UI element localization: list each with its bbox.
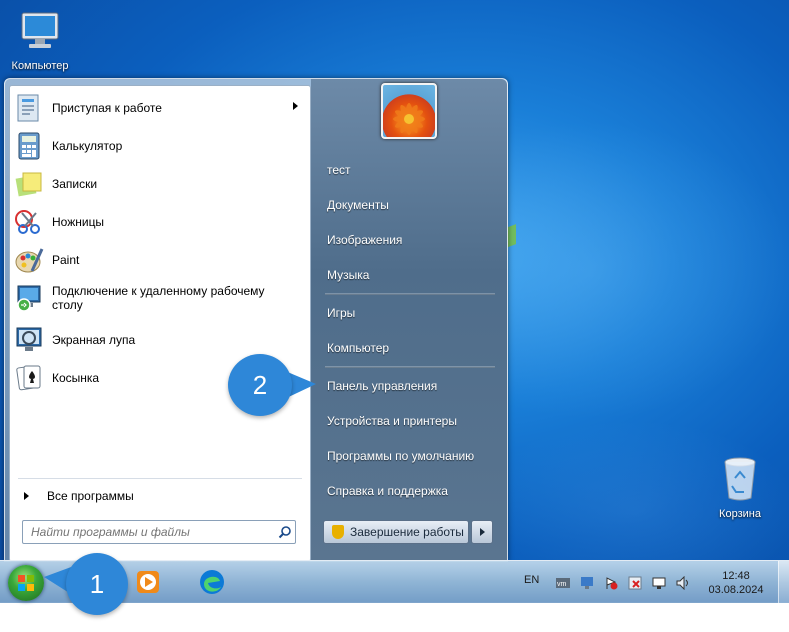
callout-number: 2 bbox=[228, 354, 292, 416]
search-icon[interactable] bbox=[275, 522, 295, 542]
link-user[interactable]: тест bbox=[321, 157, 503, 183]
link-games[interactable]: Игры bbox=[321, 300, 503, 326]
shield-icon bbox=[332, 525, 344, 539]
all-programs-button[interactable]: Все программы bbox=[18, 484, 298, 508]
start-search-box[interactable] bbox=[22, 520, 296, 544]
network-icon[interactable] bbox=[580, 576, 594, 590]
shutdown-button[interactable]: Завершение работы bbox=[323, 520, 469, 544]
link-pictures[interactable]: Изображения bbox=[321, 227, 503, 253]
display-icon[interactable] bbox=[652, 576, 666, 590]
snipping-tool-icon bbox=[14, 207, 44, 237]
link-music[interactable]: Музыка bbox=[321, 262, 503, 288]
program-getting-started[interactable]: Приступая к работе bbox=[14, 90, 304, 126]
program-remote-desktop[interactable]: Подключение к удаленному рабочему столу bbox=[14, 280, 304, 316]
link-control-panel[interactable]: Панель управления bbox=[321, 373, 503, 399]
clock[interactable]: 12:48 03.08.2024 bbox=[702, 569, 770, 597]
program-label: Подключение к удаленному рабочему столу bbox=[52, 284, 265, 312]
svg-text:vm: vm bbox=[557, 581, 567, 588]
shutdown-options-button[interactable] bbox=[471, 520, 493, 544]
desktop-icon-label: Компьютер bbox=[11, 60, 69, 72]
desktop-icon-label: Корзина bbox=[719, 508, 761, 520]
start-menu-links-pane: тест Документы Изображения Музыка Игры К… bbox=[311, 79, 507, 561]
getting-started-icon bbox=[14, 93, 44, 123]
separator bbox=[325, 293, 495, 295]
program-label: Paint bbox=[52, 253, 80, 267]
all-programs-label: Все программы bbox=[47, 489, 134, 503]
sticky-notes-icon bbox=[14, 169, 44, 199]
computer-icon bbox=[0, 8, 80, 57]
paint-icon bbox=[14, 245, 44, 275]
separator bbox=[18, 478, 302, 479]
link-documents[interactable]: Документы bbox=[321, 192, 503, 218]
media-player-icon bbox=[137, 571, 159, 593]
edge-icon bbox=[200, 570, 224, 594]
program-label: Ножницы bbox=[52, 215, 105, 229]
link-help-support[interactable]: Справка и поддержка bbox=[321, 478, 503, 504]
arrow-right-icon bbox=[479, 528, 485, 536]
program-paint[interactable]: Paint bbox=[14, 242, 304, 278]
callout-1: 1 bbox=[38, 553, 130, 617]
magnifier-icon bbox=[14, 325, 44, 355]
callout-number: 1 bbox=[66, 553, 128, 615]
language-indicator[interactable]: EN bbox=[524, 574, 539, 586]
search-input[interactable] bbox=[29, 524, 275, 540]
security-alert-icon[interactable] bbox=[628, 576, 642, 590]
volume-icon[interactable] bbox=[676, 575, 690, 591]
user-avatar[interactable] bbox=[381, 83, 437, 139]
clock-time: 12:48 bbox=[722, 570, 750, 582]
program-label: Калькулятор bbox=[52, 139, 123, 153]
start-menu: Приступая к работе Калькулятор Записки Н… bbox=[4, 78, 508, 562]
program-label: Записки bbox=[52, 177, 98, 191]
separator bbox=[325, 366, 495, 368]
start-menu-programs-pane: Приступая к работе Калькулятор Записки Н… bbox=[9, 85, 311, 562]
desktop-icon-computer[interactable]: Компьютер bbox=[0, 8, 80, 72]
recycle-bin-icon bbox=[700, 456, 780, 505]
vm-tools-icon[interactable]: vm bbox=[556, 576, 570, 590]
program-label: Экранная лупа bbox=[52, 333, 136, 347]
program-snipping-tool[interactable]: Ножницы bbox=[14, 204, 304, 240]
desktop-icon-recycle-bin[interactable]: Корзина bbox=[700, 456, 780, 520]
action-center-icon[interactable] bbox=[604, 576, 618, 590]
clock-date: 03.08.2024 bbox=[708, 584, 764, 596]
program-sticky-notes[interactable]: Записки bbox=[14, 166, 304, 202]
program-label: Приступая к работе bbox=[52, 101, 162, 115]
expand-arrow-icon bbox=[24, 492, 29, 500]
program-calculator[interactable]: Калькулятор bbox=[14, 128, 304, 164]
link-computer[interactable]: Компьютер bbox=[321, 335, 503, 361]
remote-desktop-icon bbox=[14, 283, 44, 313]
program-label: Косынка bbox=[52, 371, 100, 385]
submenu-arrow-icon[interactable] bbox=[293, 102, 298, 110]
show-desktop-button[interactable] bbox=[778, 561, 789, 603]
taskbar-edge[interactable] bbox=[194, 565, 230, 599]
calculator-icon bbox=[14, 131, 44, 161]
taskbar-media-player[interactable] bbox=[130, 565, 166, 599]
callout-2: 2 bbox=[228, 354, 322, 418]
program-magnifier[interactable]: Экранная лупа bbox=[14, 322, 304, 358]
link-default-programs[interactable]: Программы по умолчанию bbox=[321, 443, 503, 469]
solitaire-icon bbox=[14, 363, 44, 393]
shutdown-label: Завершение работы bbox=[350, 525, 464, 539]
link-devices-printers[interactable]: Устройства и принтеры bbox=[321, 408, 503, 434]
